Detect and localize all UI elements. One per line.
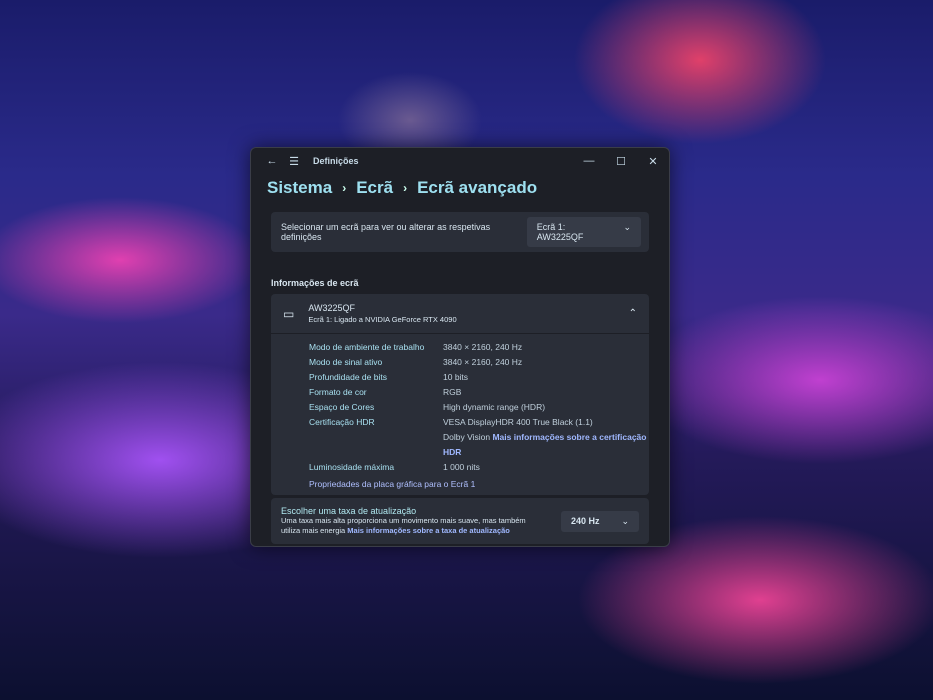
display-info-header[interactable]: ▭ AW3225QF Ecrã 1: Ligado a NVIDIA GeFor… [271, 294, 649, 334]
chevron-right-icon: › [403, 181, 408, 195]
info-value: 3840 × 2160, 240 Hz [443, 357, 523, 367]
display-name: AW3225QF [308, 303, 356, 313]
chevron-right-icon: › [342, 181, 347, 195]
info-label: Espaço de Cores [309, 402, 375, 412]
monitor-icon: ▭ [283, 306, 295, 321]
chevron-up-icon[interactable]: ⌃ [629, 308, 637, 319]
close-button[interactable]: ✕ [637, 155, 669, 168]
chevron-down-icon: ⌄ [623, 222, 631, 232]
info-value: 1 000 nits [443, 462, 480, 472]
info-value: 3840 × 2160, 240 Hz [443, 342, 523, 352]
back-arrow-icon[interactable]: ← [261, 155, 283, 167]
display-select-card: Selecionar um ecrã para ver ou alterar a… [271, 212, 649, 252]
refresh-rate-dropdown[interactable]: 240 Hz ⌄ [561, 510, 639, 532]
display-select-label: Selecionar um ecrã para ver ou alterar a… [281, 222, 491, 242]
breadcrumb-ecra[interactable]: Ecrã [356, 178, 393, 198]
minimize-button[interactable]: — [573, 155, 605, 168]
display-dropdown-value: Ecrã 1: AW3225QF [536, 222, 584, 242]
breadcrumb: Sistema › Ecrã › Ecrã avançado [251, 174, 669, 202]
display-dropdown[interactable]: Ecrã 1: AW3225QF ⌄ [526, 217, 641, 247]
info-row: Certificação HDR VESA DisplayHDR 400 True… [309, 415, 649, 460]
settings-window: ← ☰ Definições — ☐ ✕ Sistema › Ecrã › Ec… [250, 147, 670, 547]
hdr-cert-value: VESA DisplayHDR 400 True Black (1.1) [443, 417, 593, 427]
info-row: Modo de sinal ativo 3840 × 2160, 240 Hz [309, 355, 649, 370]
hdr-cert-value-2: Dolby Vision [443, 432, 491, 442]
menu-icon[interactable]: ☰ [283, 155, 305, 168]
breadcrumb-sistema[interactable]: Sistema [267, 178, 332, 198]
info-value: RGB [443, 387, 462, 397]
info-label: Luminosidade máxima [309, 462, 395, 472]
gpu-properties-link[interactable]: Propriedades da placa gráfica para o Ecr… [309, 479, 649, 489]
window-title: Definições [313, 156, 359, 166]
section-heading: Informações de ecrã [271, 278, 359, 288]
info-value: 10 bits [443, 372, 469, 382]
display-details: Modo de ambiente de trabalho 3840 × 2160,… [271, 334, 649, 495]
refresh-rate-value: 240 Hz [571, 515, 600, 526]
display-subtitle: Ecrã 1: Ligado a NVIDIA GeForce RTX 4090 [308, 315, 457, 324]
info-label: Profundidade de bits [309, 372, 387, 382]
info-row: Luminosidade máxima 1 000 nits [309, 460, 649, 475]
title-bar: ← ☰ Definições — ☐ ✕ [251, 148, 669, 174]
info-row: Espaço de Cores High dynamic range (HDR) [309, 400, 649, 415]
info-value: High dynamic range (HDR) [443, 402, 546, 412]
info-label: Modo de ambiente de trabalho [309, 342, 425, 352]
info-row: Modo de ambiente de trabalho 3840 × 2160,… [309, 340, 649, 355]
refresh-rate-info-link[interactable]: Mais informações sobre a taxa de atualiz… [347, 526, 510, 535]
info-label: Formato de cor [309, 387, 367, 397]
info-row: Formato de cor RGB [309, 385, 649, 400]
maximize-button[interactable]: ☐ [605, 155, 637, 168]
refresh-rate-title: Escolher uma taxa de atualização [281, 506, 417, 516]
chevron-down-icon: ⌄ [621, 515, 629, 526]
info-row: Profundidade de bits 10 bits [309, 370, 649, 385]
info-label: Certificação HDR [309, 417, 375, 427]
page-title: Ecrã avançado [417, 178, 538, 197]
info-label: Modo de sinal ativo [309, 357, 383, 367]
display-info-card: ▭ AW3225QF Ecrã 1: Ligado a NVIDIA GeFor… [271, 294, 649, 495]
info-value: VESA DisplayHDR 400 True Black (1.1) Dolb… [443, 415, 649, 460]
refresh-rate-card: Escolher uma taxa de atualização Uma tax… [271, 498, 649, 544]
